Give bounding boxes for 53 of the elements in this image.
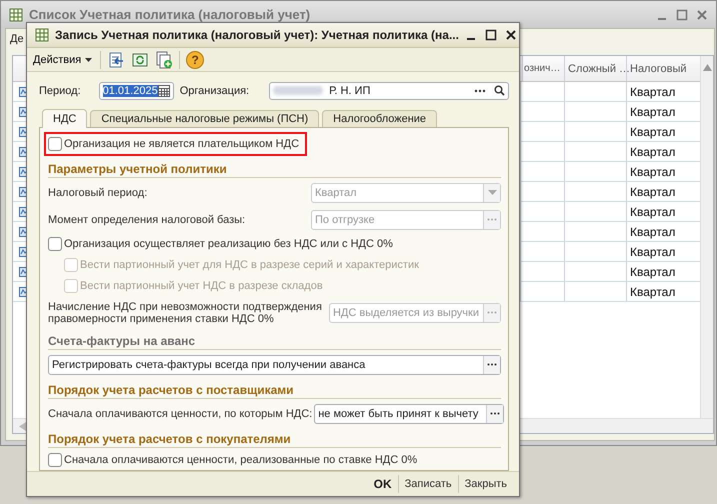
list-arrow-icon[interactable] <box>107 50 126 68</box>
close-icon[interactable] <box>504 29 517 42</box>
ellipsis-icon <box>490 412 500 416</box>
section-heading: Порядок учета расчетов с покупателями <box>48 428 501 448</box>
help-button[interactable]: ? <box>186 50 204 68</box>
scrollbar[interactable] <box>700 56 713 418</box>
ellipsis-icon[interactable] <box>474 88 486 93</box>
checkbox[interactable]: Сначала оплачиваются ценности, реализованные по ставке НДС 0% <box>48 452 418 467</box>
checkbox[interactable]: Организация не является плательщиком НДС <box>48 136 300 151</box>
period-field[interactable]: 01.01.2025 <box>98 82 174 100</box>
actions-menu-button[interactable]: Действия <box>31 54 94 66</box>
column-header[interactable]: ознич… <box>522 56 564 81</box>
section-heading: Параметры учетной политики <box>48 158 501 178</box>
search-icon[interactable] <box>494 85 505 96</box>
tab[interactable]: Специальные налоговые режимы (ПСН) <box>90 110 320 127</box>
date-value: 01.01.2025 <box>102 84 158 97</box>
ellipsis-icon <box>487 218 497 222</box>
field-label: Налоговый период: <box>48 186 148 199</box>
copy-add-icon[interactable] <box>155 50 174 68</box>
window-title: Список Учетная политика (налоговый учет) <box>29 7 310 22</box>
menu-item[interactable]: Де <box>10 33 24 45</box>
choice-button[interactable] <box>483 356 500 374</box>
organization-value: Р. Н. ИП <box>329 84 370 97</box>
input-field[interactable]: Регистрировать счета-фактуры всегда при получении аванса <box>48 354 501 375</box>
ellipsis-icon <box>487 363 497 366</box>
window-title: Запись Учетная политика (налоговый учет): Учетная политика (на... <box>55 28 459 42</box>
section-heading: Порядок учета расчетов с поставщиками <box>48 380 501 399</box>
tab[interactable]: Налогообложение <box>322 110 438 127</box>
organization-field[interactable]: Р. Н. ИП <box>269 82 509 100</box>
redacted-text <box>273 86 324 96</box>
table-icon <box>9 8 23 22</box>
input-field[interactable]: не может быть принят к вычету <box>314 404 504 424</box>
section-heading: Счета-фактуры на аванс <box>48 330 501 350</box>
table-icon <box>35 28 49 42</box>
maximize-icon[interactable] <box>484 29 497 42</box>
field-label: Начисление НДС при невозможности подтверждения правомерности применения ставки НДС 0% <box>48 300 323 325</box>
caret-icon <box>488 190 496 196</box>
caret-icon <box>85 58 92 62</box>
footer-button[interactable]: Записать <box>398 478 458 490</box>
period-label: Период: <box>39 84 81 97</box>
field-label: Сначала оплачиваются ценности, по которым НДС: <box>48 408 312 420</box>
column-header[interactable]: Сложный … <box>564 56 626 81</box>
footer-button[interactable]: OK <box>368 476 398 491</box>
footer-button[interactable]: Закрыть <box>458 478 513 490</box>
refresh-icon[interactable] <box>131 50 150 68</box>
field-label: Момент определения налоговой базы: <box>48 214 246 226</box>
choice-button[interactable] <box>486 404 504 423</box>
tab[interactable]: НДС <box>42 108 88 128</box>
organization-label: Организация: <box>180 84 250 97</box>
scroll-up-icon[interactable] <box>702 64 712 71</box>
calendar-icon[interactable] <box>158 84 170 97</box>
ellipsis-icon <box>487 311 497 314</box>
checkbox[interactable]: Организация осуществляет реализацию без НДС или с НДС 0% <box>48 236 393 251</box>
